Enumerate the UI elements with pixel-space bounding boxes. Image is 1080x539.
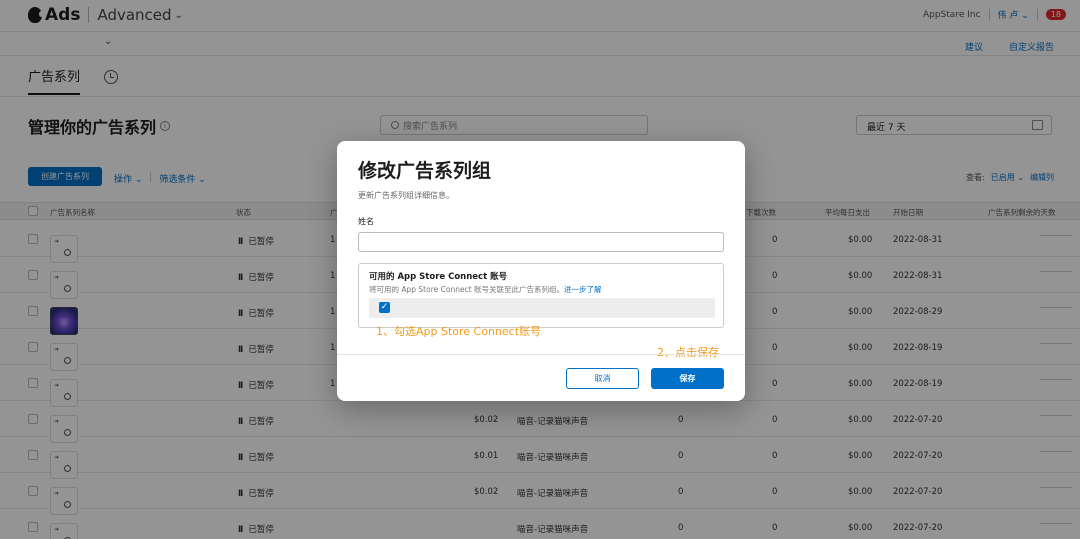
name-field[interactable] — [358, 232, 724, 252]
modal-subtitle: 更新广告系列组详细信息。 — [358, 191, 454, 200]
cancel-button[interactable]: 取消 — [566, 368, 639, 389]
annotation-step-1: 1、勾选App Store Connect账号 — [376, 325, 542, 338]
asc-account-checkbox[interactable]: ✓ — [379, 302, 390, 313]
asc-account-section: 可用的 App Store Connect 账号 将可用的 App Store … — [358, 263, 724, 328]
asc-section-title: 可用的 App Store Connect 账号 — [369, 272, 508, 282]
save-button[interactable]: 保存 — [651, 368, 724, 389]
annotation-step-2: 2、点击保存 — [657, 346, 719, 359]
asc-account-row[interactable]: ✓ — [369, 298, 715, 318]
asc-section-desc: 将可用的 App Store Connect 账号关联至此广告系列组。进一步了解 — [369, 285, 602, 294]
edit-campaign-group-modal: 修改广告系列组 更新广告系列组详细信息。 姓名 可用的 App Store Co… — [337, 141, 745, 401]
learn-more-link[interactable]: 进一步了解 — [564, 285, 602, 294]
modal-title: 修改广告系列组 — [358, 160, 492, 182]
name-label: 姓名 — [358, 217, 374, 226]
